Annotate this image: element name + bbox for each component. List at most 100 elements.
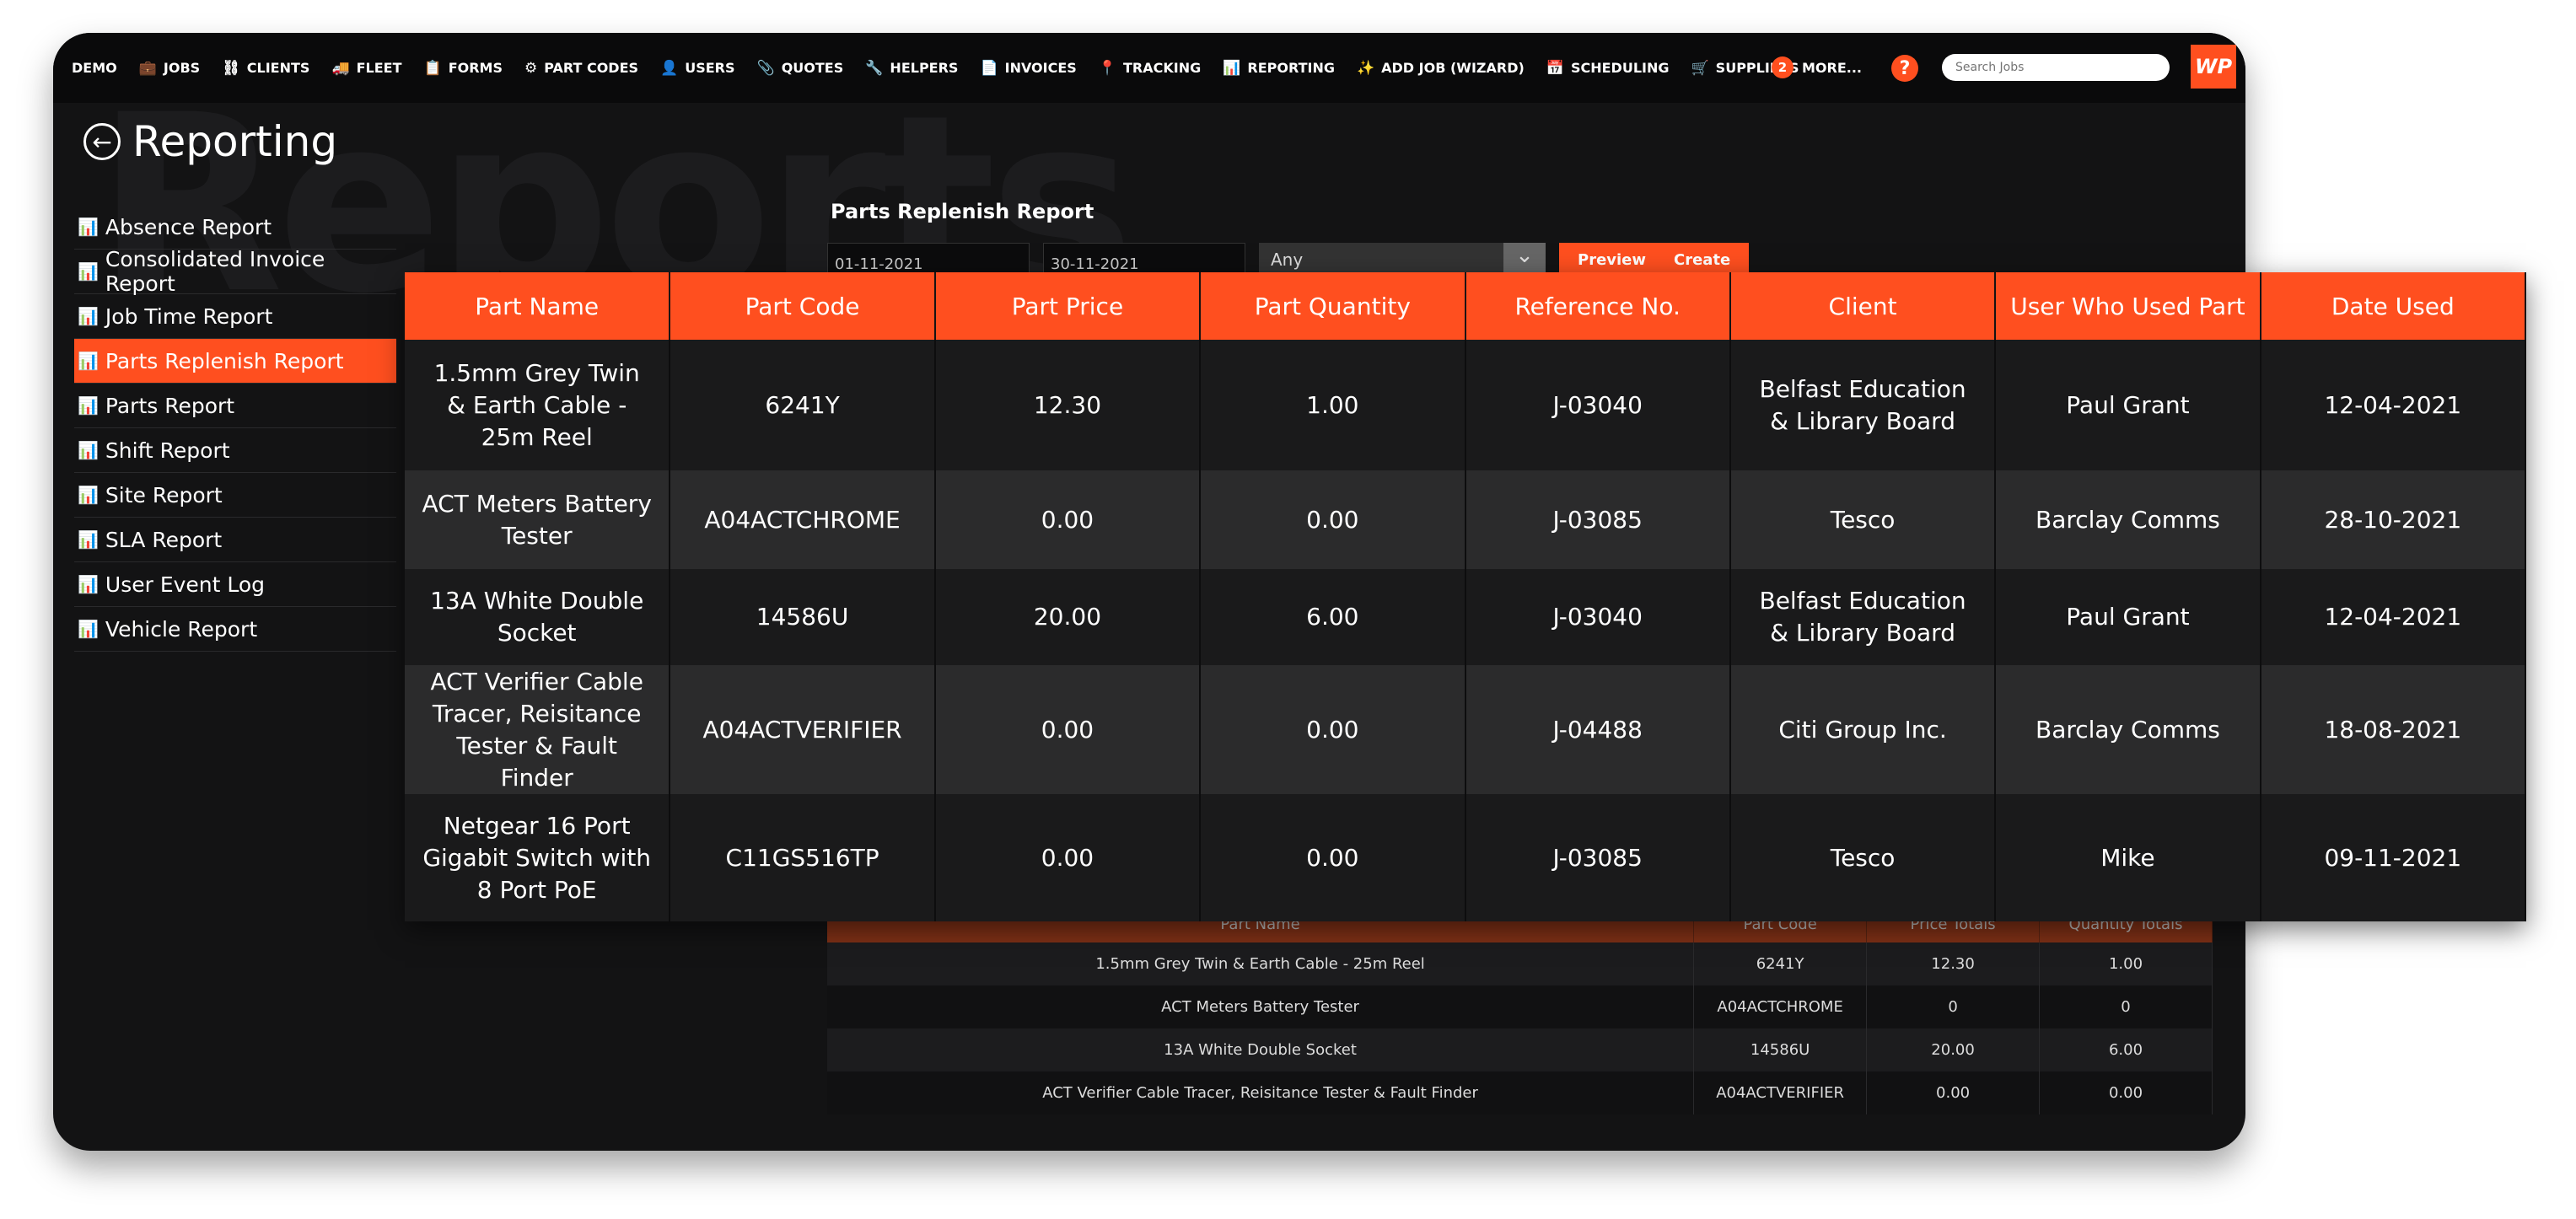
table-cell: Paul Grant bbox=[1995, 569, 2261, 665]
table-cell: 0.00 bbox=[1200, 665, 1466, 794]
sidebar-item-label: Shift Report bbox=[105, 438, 230, 463]
table-row[interactable]: 13A White Double Socket 14586U 20.00 6.00 bbox=[827, 1028, 2213, 1071]
table-row[interactable]: 1.5mm Grey Twin & Earth Cable - 25m Reel… bbox=[827, 942, 2213, 985]
report-title: Parts Replenish Report bbox=[831, 200, 1094, 223]
table-cell: ACT Verifier Cable Tracer, Reisitance Te… bbox=[405, 665, 671, 794]
table-cell: 09-11-2021 bbox=[2260, 794, 2527, 921]
table-row[interactable]: ACT Verifier Cable Tracer, Reisitance Te… bbox=[827, 1071, 2213, 1114]
column-header[interactable]: Part Quantity bbox=[1200, 272, 1466, 340]
sidebar-item-user-event-log[interactable]: 📊 User Event Log bbox=[74, 562, 396, 607]
column-header[interactable]: Reference No. bbox=[1465, 272, 1731, 340]
table-cell: 1.5mm Grey Twin & Earth Cable - 25m Reel bbox=[827, 942, 1695, 985]
bar-chart-icon: 📊 bbox=[78, 395, 99, 416]
column-header[interactable]: Client bbox=[1729, 272, 1997, 340]
nav-item-label: REPORTING bbox=[1247, 60, 1335, 76]
table-cell: 0 bbox=[1866, 985, 2041, 1028]
back-arrow-icon[interactable]: ← bbox=[83, 123, 121, 160]
sidebar-item-label: Absence Report bbox=[105, 214, 272, 239]
sidebar-item-site-report[interactable]: 📊 Site Report bbox=[74, 473, 396, 518]
table-cell: ACT Meters Battery Tester bbox=[405, 470, 671, 569]
table-cell: 13A White Double Socket bbox=[827, 1028, 1695, 1071]
bar-chart-icon: 📊 bbox=[78, 529, 99, 550]
table-cell: 0.00 bbox=[934, 665, 1202, 794]
table-cell: Mike bbox=[1995, 794, 2261, 921]
help-icon[interactable]: ? bbox=[1891, 55, 1918, 82]
bar-chart-icon: 📊 bbox=[78, 440, 99, 460]
table-cell: 0.00 bbox=[2039, 1071, 2213, 1114]
sidebar-item-label: User Event Log bbox=[105, 572, 266, 597]
more-menu[interactable]: 2 MORE... bbox=[1772, 56, 1862, 78]
bar-chart-icon: 📊 bbox=[78, 619, 99, 639]
table-cell: 20.00 bbox=[934, 569, 1202, 665]
table-cell: 0 bbox=[2039, 985, 2213, 1028]
table-row[interactable]: 1.5mm Grey Twin & Earth Cable - 25m Reel… bbox=[405, 340, 2527, 470]
totals-table: Part Name Part Code Price Totals Quantity T… bbox=[827, 906, 2213, 1114]
table-cell: 0.00 bbox=[1200, 794, 1466, 921]
table-cell: J-03040 bbox=[1465, 569, 1731, 665]
table-cell: ACT Verifier Cable Tracer, Reisitance Te… bbox=[827, 1071, 1695, 1114]
table-row[interactable]: Netgear 16 Port Gigabit Switch with 8 Po… bbox=[405, 794, 2527, 921]
table-cell: 18-08-2021 bbox=[2260, 665, 2527, 794]
sidebar-item-vehicle-report[interactable]: 📊 Vehicle Report bbox=[74, 607, 396, 652]
column-header[interactable]: Part Code bbox=[670, 272, 936, 340]
more-label: MORE... bbox=[1802, 59, 1863, 76]
nav-item-reporting[interactable]: 📊 REPORTING bbox=[1223, 60, 1335, 77]
table-cell: ACT Meters Battery Tester bbox=[827, 985, 1695, 1028]
table-cell: A04ACTVERIFIER bbox=[670, 665, 936, 794]
table-cell: 0.00 bbox=[1866, 1071, 2041, 1114]
table-cell: 14586U bbox=[670, 569, 936, 665]
table-cell: J-04488 bbox=[1465, 665, 1731, 794]
report-sidebar: 📊 Absence Report 📊 Consolidated Invoice Rep… bbox=[74, 205, 396, 652]
search-jobs-input[interactable] bbox=[1942, 54, 2170, 81]
table-cell: 13A White Double Socket bbox=[405, 569, 671, 665]
column-header[interactable]: Date Used bbox=[2260, 272, 2527, 340]
column-header[interactable]: Part Price bbox=[934, 272, 1202, 340]
table-cell: 6.00 bbox=[2039, 1028, 2213, 1071]
table-cell: Citi Group Inc. bbox=[1729, 665, 1997, 794]
parts-replenish-table: Part Name Part Code Part Price Part Quantit… bbox=[405, 272, 2527, 921]
table-cell: 14586U bbox=[1693, 1028, 1868, 1071]
sidebar-item-sla-report[interactable]: 📊 SLA Report bbox=[74, 518, 396, 562]
table-cell: J-03085 bbox=[1465, 794, 1731, 921]
table-row[interactable]: ACT Meters Battery Tester A04ACTCHROME 0.0… bbox=[405, 470, 2527, 569]
sidebar-item-label: Job Time Report bbox=[105, 303, 273, 329]
wp-logo[interactable]: WP bbox=[2191, 45, 2236, 89]
sidebar-item-job-time-report[interactable]: 📊 Job Time Report bbox=[74, 294, 396, 339]
add-job-wizard--icon: ✨ bbox=[1356, 59, 1375, 77]
table-cell: 6.00 bbox=[1200, 569, 1466, 665]
column-header[interactable]: Part Name bbox=[405, 272, 671, 340]
column-header[interactable]: User Who Used Part bbox=[1995, 272, 2261, 340]
table-cell: 12-04-2021 bbox=[2260, 340, 2527, 470]
table-row[interactable]: ACT Meters Battery Tester A04ACTCHROME 0 0 bbox=[827, 985, 2213, 1028]
sidebar-item-consolidated-invoice-report[interactable]: 📊 Consolidated Invoice Report bbox=[74, 247, 396, 296]
nav-item-add-job-wizard-[interactable]: ✨ ADD JOB (WIZARD) bbox=[1357, 60, 1525, 77]
table-cell: 12.30 bbox=[1866, 942, 2041, 985]
bar-chart-icon: 📊 bbox=[78, 261, 99, 282]
sidebar-item-parts-replenish-report[interactable]: 📊 Parts Replenish Report bbox=[74, 339, 396, 384]
sidebar-item-shift-report[interactable]: 📊 Shift Report bbox=[74, 428, 396, 473]
sidebar-item-absence-report[interactable]: 📊 Absence Report bbox=[74, 205, 396, 250]
sidebar-item-label: SLA Report bbox=[105, 527, 223, 552]
table-cell: Tesco bbox=[1729, 794, 1997, 921]
table-cell: 6241Y bbox=[670, 340, 936, 470]
table-cell: Belfast Education & Library Board bbox=[1729, 569, 1997, 665]
table-cell: Paul Grant bbox=[1995, 340, 2261, 470]
table-cell: Belfast Education & Library Board bbox=[1729, 340, 1997, 470]
table-cell: 6241Y bbox=[1693, 942, 1868, 985]
sidebar-item-parts-report[interactable]: 📊 Parts Report bbox=[74, 384, 396, 428]
table-row[interactable]: ACT Verifier Cable Tracer, Reisitance Te… bbox=[405, 665, 2527, 794]
table-cell: J-03085 bbox=[1465, 470, 1731, 569]
table-row[interactable]: 13A White Double Socket 14586U 20.00 6.00 J-… bbox=[405, 569, 2527, 665]
table-cell: Barclay Comms bbox=[1995, 665, 2261, 794]
sidebar-item-label: Vehicle Report bbox=[105, 616, 258, 642]
table-cell: 20.00 bbox=[1866, 1028, 2041, 1071]
nav-item-label: ADD JOB (WIZARD) bbox=[1381, 60, 1525, 76]
nav-item-scheduling[interactable]: 📅 SCHEDULING bbox=[1546, 60, 1670, 77]
table-cell: 0.00 bbox=[934, 794, 1202, 921]
table-cell: Tesco bbox=[1729, 470, 1997, 569]
page-title-text: Reporting bbox=[132, 117, 338, 166]
sidebar-item-label: Parts Report bbox=[105, 393, 235, 418]
sidebar-item-label: Site Report bbox=[105, 482, 223, 507]
suppliers-icon: 🛒 bbox=[1691, 59, 1709, 77]
table-cell: A04ACTCHROME bbox=[1693, 985, 1868, 1028]
